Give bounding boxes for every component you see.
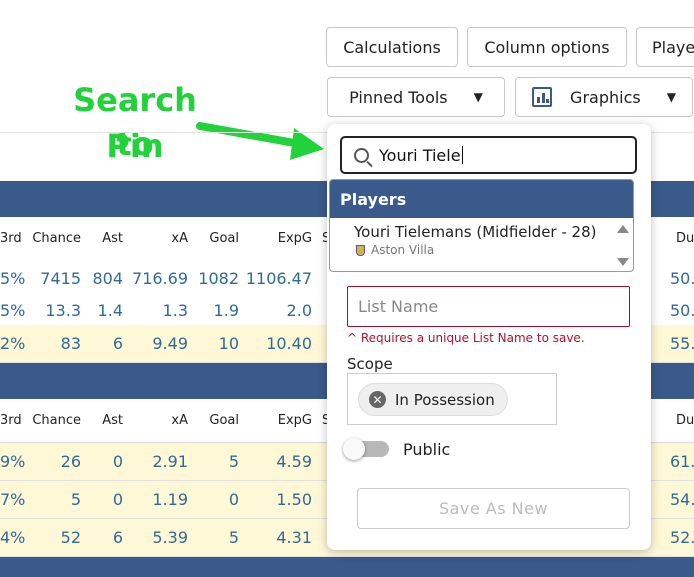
pin-search-panel: Youri Tiele Players Youri Tielemans (Mid… <box>327 124 651 550</box>
annotation-arrow <box>196 122 324 160</box>
header-du[interactable]: Du <box>676 217 694 260</box>
toggle-knob <box>343 438 365 460</box>
header-ast[interactable]: Ast <box>102 217 123 260</box>
column-options-label: Column options <box>484 37 610 57</box>
header-goal[interactable]: Goal <box>209 217 239 260</box>
search-results-list: Players Youri Tielemans (Midfielder - 28… <box>329 179 634 272</box>
cell: 6 <box>112 334 123 353</box>
cell: 0 <box>112 490 123 509</box>
cell: 54.1 <box>670 490 694 509</box>
chevron-down-icon: ▼ <box>473 90 483 104</box>
team-name: Aston Villa <box>371 243 435 257</box>
cell: 55.3 <box>670 334 694 353</box>
cell: 7% <box>0 490 26 509</box>
cell: 2% <box>0 334 26 353</box>
player-result-name: Youri Tielemans (Midfielder - 28) <box>354 223 597 241</box>
scope-select[interactable]: ✕ In Possession <box>347 373 557 425</box>
pinned-tools-dropdown[interactable]: Pinned Tools ▼ <box>327 77 505 117</box>
column-options-button[interactable]: Column options <box>467 27 627 67</box>
annotation-pin: Pin <box>106 127 164 165</box>
text-cursor <box>461 146 463 164</box>
cell: 83 <box>60 334 81 353</box>
players-button[interactable]: Playe <box>636 27 694 67</box>
list-name-input[interactable] <box>347 286 630 327</box>
results-group-header: Players <box>330 180 633 218</box>
table-group-band <box>0 557 694 577</box>
bar-chart-icon <box>532 87 553 107</box>
chevron-down-icon: ▼ <box>666 90 676 104</box>
calculations-button[interactable]: Calculations <box>326 27 458 67</box>
header-3rd[interactable]: 3rd <box>0 399 22 442</box>
header-goal[interactable]: Goal <box>209 399 239 442</box>
cell: 9.49 <box>152 334 188 353</box>
search-icon <box>354 147 369 163</box>
public-toggle[interactable] <box>343 438 389 460</box>
cell: 52 <box>60 528 81 547</box>
cell: 26 <box>60 452 81 471</box>
cell: 4.31 <box>276 528 312 547</box>
public-label: Public <box>403 440 451 459</box>
header-xa[interactable]: xA <box>171 399 188 442</box>
cell: 5 <box>228 528 239 547</box>
header-du[interactable]: Du <box>676 399 694 442</box>
cell: 5.39 <box>152 528 188 547</box>
player-result-team: Aston Villa <box>354 243 596 257</box>
cell: 6 <box>112 528 123 547</box>
search-query-text: Youri Tiele <box>379 145 461 165</box>
cell: 4.59 <box>276 452 312 471</box>
calculations-label: Calculations <box>343 37 441 57</box>
cell: 61.0 <box>670 452 694 471</box>
cell: 0 <box>228 490 239 509</box>
graphics-dropdown[interactable]: Graphics ▼ <box>515 77 693 117</box>
scroll-up-icon[interactable] <box>617 225 629 233</box>
scope-label: Scope <box>347 355 393 373</box>
club-crest-icon <box>356 244 365 256</box>
save-as-new-button[interactable]: Save As New <box>357 488 630 529</box>
remove-chip-icon[interactable]: ✕ <box>369 391 386 408</box>
cell: 5 <box>228 452 239 471</box>
cell: 1.50 <box>276 490 312 509</box>
cell: 5 <box>70 490 81 509</box>
players-label: Playe <box>652 37 694 57</box>
player-result-item[interactable]: Youri Tielemans (Midfielder - 28) Aston … <box>354 223 596 257</box>
cell: 0 <box>112 452 123 471</box>
pinned-tools-label: Pinned Tools <box>349 87 448 107</box>
scroll-down-icon[interactable] <box>617 258 629 266</box>
scope-chip: ✕ In Possession <box>358 383 508 416</box>
header-chance[interactable]: Chance <box>32 399 81 442</box>
cell: 9% <box>0 452 26 471</box>
cell: 1.19 <box>152 490 188 509</box>
header-expg[interactable]: ExpG <box>278 399 312 442</box>
validation-message: ^ Requires a unique List Name to save. <box>347 331 585 345</box>
cell: 4% <box>0 528 26 547</box>
scope-chip-label: In Possession <box>395 390 495 409</box>
graphics-label: Graphics <box>570 87 641 107</box>
cell: 2.91 <box>152 452 188 471</box>
cell: 10 <box>218 334 239 353</box>
player-search-input[interactable]: Youri Tiele <box>340 136 637 174</box>
header-chance[interactable]: Chance <box>32 217 81 260</box>
header-ast[interactable]: Ast <box>102 399 123 442</box>
header-3rd[interactable]: 3rd <box>0 217 22 260</box>
cell: 10.40 <box>266 334 312 353</box>
cell: 52.4 <box>670 528 694 547</box>
header-expg[interactable]: ExpG <box>278 217 312 260</box>
header-xa[interactable]: xA <box>171 217 188 260</box>
